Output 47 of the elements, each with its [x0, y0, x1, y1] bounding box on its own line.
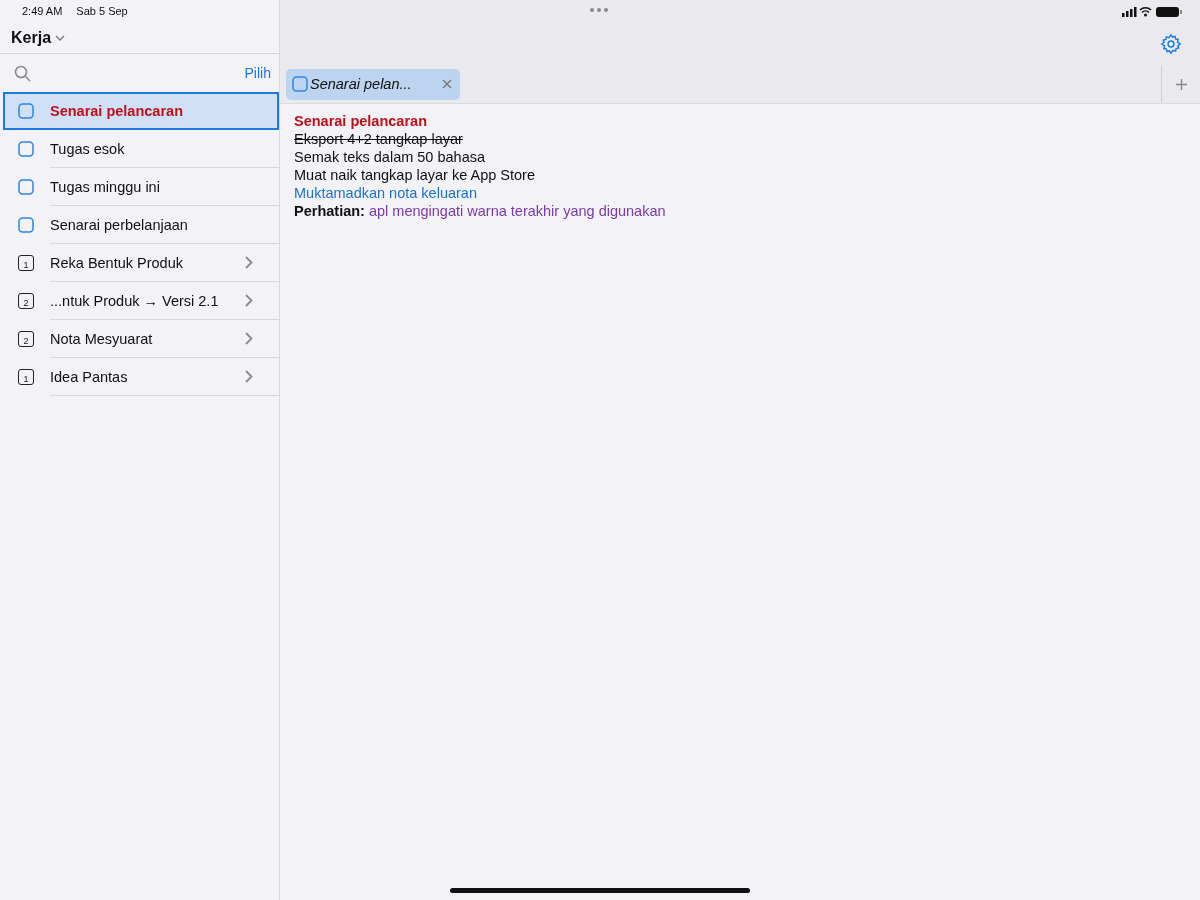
- close-icon[interactable]: [442, 79, 452, 89]
- status-time: 2:49 AM: [22, 5, 63, 17]
- chevron-right-icon: [245, 370, 253, 383]
- numbered-folder-icon: 1: [18, 255, 34, 271]
- list-item[interactable]: 1 Reka Bentuk Produk: [0, 244, 279, 282]
- item-label: Senarai pelancaran: [50, 103, 183, 119]
- chevron-right-icon: [245, 332, 253, 345]
- list-item[interactable]: Tugas minggu ini: [0, 168, 279, 206]
- list-item[interactable]: Senarai pelancaran: [3, 92, 279, 130]
- list-item[interactable]: 2 Nota Mesyuarat: [0, 320, 279, 358]
- item-label: Tugas esok: [50, 140, 125, 157]
- list-item[interactable]: Senarai perbelanjaan: [0, 206, 279, 244]
- note-icon: [292, 76, 308, 92]
- search-icon[interactable]: [14, 64, 31, 82]
- item-label: Reka Bentuk Produk: [50, 254, 183, 271]
- item-label: Nota Mesyuarat: [50, 330, 153, 347]
- note-line: Semak teks dalam 50 bahasa: [294, 148, 487, 166]
- folder-title: Kerja: [11, 28, 52, 47]
- note-line: Muktamadkan nota keluaran: [294, 184, 478, 202]
- note-icon: [18, 179, 34, 195]
- chevron-right-icon: [245, 294, 253, 307]
- list-item[interactable]: 2 ...ntuk Produk → Versi 2.1: [0, 282, 279, 320]
- list-item[interactable]: Tugas esok: [0, 130, 279, 168]
- settings-icon[interactable]: [1160, 32, 1182, 55]
- status-date: Sab 5 Sep: [76, 5, 128, 17]
- note-icon: [18, 103, 34, 119]
- status-icons-drawing: [1122, 5, 1184, 17]
- document-tab[interactable]: Senarai pelan...: [286, 68, 460, 100]
- item-label: ...ntuk Produk → Versi 2.1: [50, 292, 219, 309]
- chevron-down-icon[interactable]: [55, 34, 66, 41]
- item-label: Idea Pantas: [50, 368, 128, 385]
- select-button[interactable]: Pilih: [244, 65, 271, 81]
- note-line: Senarai pelancaran: [294, 112, 428, 130]
- chevron-right-icon: [245, 256, 253, 269]
- numbered-folder-icon: 2: [18, 331, 34, 347]
- note-line: Perhatian: apl mengingati warna terakhir yang digunakan: [294, 202, 667, 220]
- item-label: Tugas minggu ini: [50, 178, 160, 195]
- item-label: Senarai perbelanjaan: [50, 216, 188, 233]
- note-icon: [18, 141, 34, 157]
- plus-icon[interactable]: [1175, 78, 1187, 90]
- note-icon: [18, 217, 34, 233]
- numbered-folder-icon: 1: [18, 369, 34, 385]
- note-line: Muat naik tangkap layar ke App Store: [294, 166, 536, 184]
- note-line: Eksport 4+2 tangkap layar: [294, 130, 464, 148]
- list-item[interactable]: 1 Idea Pantas: [0, 358, 279, 396]
- more-dots-icon[interactable]: [590, 8, 608, 12]
- numbered-folder-icon: 2: [18, 293, 34, 309]
